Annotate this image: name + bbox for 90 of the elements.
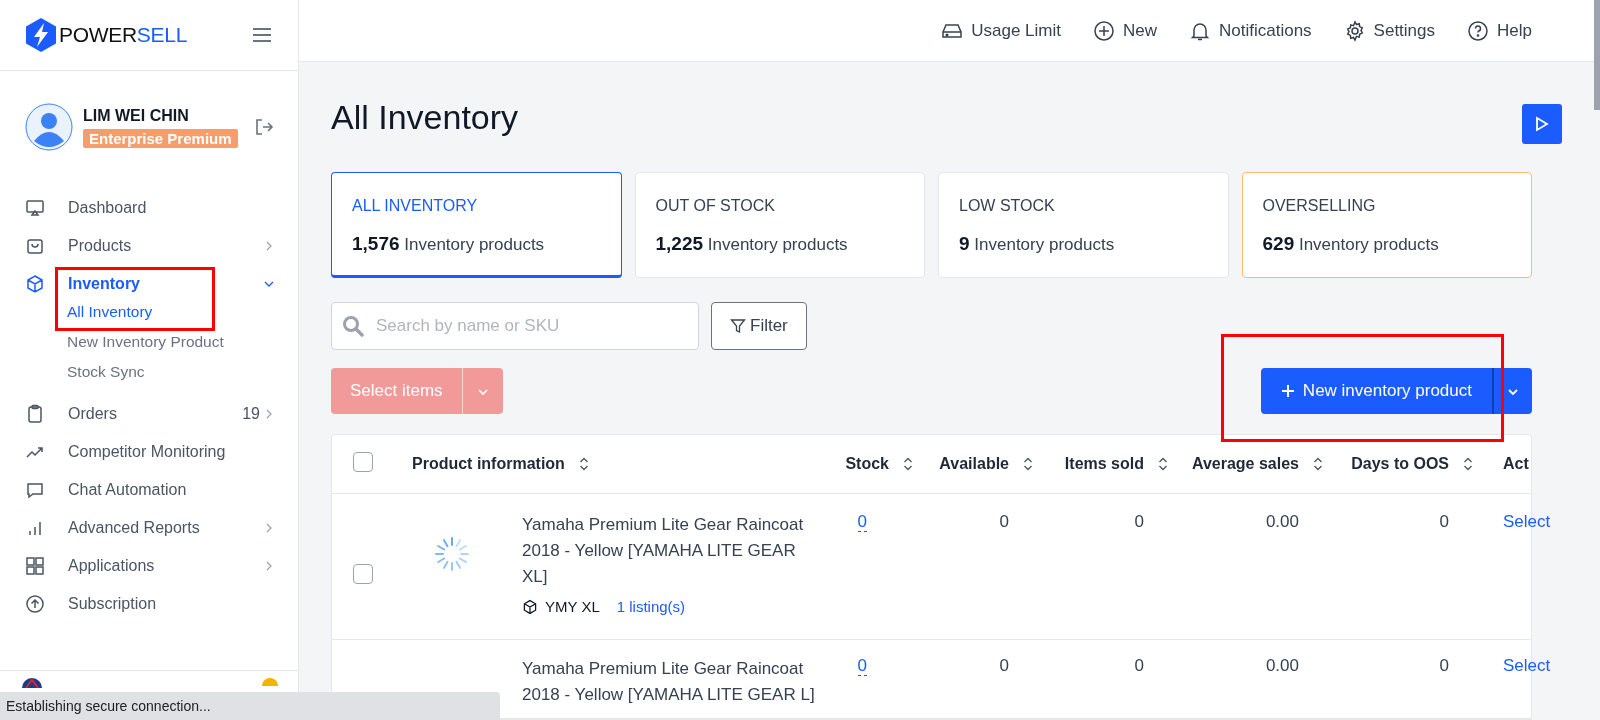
sidebar-item[interactable]: Advanced Reports: [0, 509, 298, 547]
column-header[interactable]: Items sold: [1047, 455, 1182, 473]
table-cell: 0.00: [1265, 656, 1299, 675]
status-bar: Establishing secure connection...: [0, 692, 500, 720]
stock-link[interactable]: 0: [857, 512, 867, 532]
table-cell: 0: [1439, 656, 1449, 675]
user-name: LIM WEI CHIN: [83, 106, 189, 125]
play-button[interactable]: [1522, 104, 1562, 144]
table-cell: 0: [1134, 512, 1144, 531]
upload-icon: [25, 594, 45, 614]
column-header[interactable]: Act: [1487, 455, 1531, 473]
flag-icon[interactable]: [22, 678, 42, 688]
logout-icon[interactable]: [254, 117, 274, 137]
new-inventory-product-button[interactable]: New inventory product: [1260, 368, 1492, 414]
product-name: Yamaha Premium Lite Gear Raincoat 2018 - Yellow [YAMAHA LITE GEAR L]: [522, 658, 816, 706]
product-name: Yamaha Premium Lite Gear Raincoat 2018 - Yellow [YAMAHA LITE GEAR XL]: [522, 514, 805, 588]
page-title: All Inventory: [331, 97, 519, 137]
sort-icon: [1313, 457, 1323, 471]
sort-icon: [1158, 457, 1168, 471]
table-cell: 0: [999, 656, 1009, 675]
header-action[interactable]: New: [1092, 19, 1157, 42]
chevron-right-icon: [264, 241, 274, 251]
column-header[interactable]: Stock: [832, 455, 927, 473]
checkbox[interactable]: [353, 563, 373, 584]
coin-icon[interactable]: [262, 678, 278, 686]
sidebar-item[interactable]: Applications: [0, 547, 298, 585]
header-action[interactable]: Usage Limit: [941, 19, 1061, 42]
select-link[interactable]: Select: [1503, 512, 1551, 531]
new-dropdown-button[interactable]: [1492, 368, 1532, 414]
plus-circle-icon: [1092, 19, 1115, 42]
grid-icon: [25, 556, 45, 576]
scrollbar[interactable]: [1594, 0, 1600, 110]
sku-text: YMY XL: [545, 598, 600, 615]
sidebar-item[interactable]: Products: [0, 227, 298, 265]
header-action[interactable]: Settings: [1343, 19, 1436, 42]
cube-icon: [25, 274, 45, 294]
sidebar-item[interactable]: Orders 19: [0, 395, 298, 433]
plus-icon: [1280, 384, 1295, 398]
column-header[interactable]: Days to OOS: [1337, 455, 1487, 473]
stock-link[interactable]: 0: [857, 656, 867, 676]
table-cell: 0: [1134, 656, 1144, 675]
sort-icon: [578, 457, 589, 471]
listings-link[interactable]: 1 listing(s): [616, 598, 686, 615]
submenu-item[interactable]: New Inventory Product: [67, 327, 298, 357]
help-icon: [1467, 19, 1490, 42]
sidebar-item[interactable]: Subscription: [0, 585, 298, 623]
cube-icon: [522, 598, 538, 615]
chevron-right-icon: [264, 561, 274, 571]
order-count: 19: [242, 405, 260, 423]
bag-icon: [25, 236, 45, 256]
column-header[interactable]: Product information: [412, 455, 832, 473]
funnel-icon: [730, 318, 746, 334]
sidebar-item[interactable]: Dashboard: [0, 189, 298, 227]
sort-icon: [903, 457, 913, 471]
brand-name: POWERSELL: [59, 23, 188, 47]
select-link[interactable]: Select: [1503, 656, 1551, 675]
filter-button[interactable]: Filter: [711, 302, 807, 350]
summary-tab[interactable]: ALL INVENTORY 1,576 Inventory products: [331, 172, 622, 278]
chat-icon: [25, 480, 45, 500]
header-action[interactable]: Help: [1467, 19, 1532, 42]
sort-icon: [1023, 457, 1033, 471]
plan-badge: Enterprise Premium: [83, 128, 238, 148]
submenu-item[interactable]: Stock Sync: [67, 357, 298, 387]
header-action[interactable]: Notifications: [1189, 19, 1312, 42]
sidebar-item[interactable]: Competitor Monitoring: [0, 433, 298, 471]
table-cell: 0: [1439, 512, 1449, 531]
sort-icon: [1463, 457, 1473, 471]
table-cell: 0.00: [1265, 512, 1299, 531]
avatar-icon: [25, 103, 73, 151]
column-header[interactable]: Available: [927, 455, 1047, 473]
clipboard-icon: [25, 404, 45, 424]
chevron-right-icon: [264, 409, 274, 419]
chevron-right-icon: [264, 523, 274, 533]
play-icon: [1535, 116, 1549, 132]
summary-tab[interactable]: OVERSELLING 629 Inventory products: [1241, 172, 1532, 278]
caret-icon: [477, 388, 488, 396]
monitor-icon: [25, 198, 45, 218]
summary-tab[interactable]: LOW STOCK 9 Inventory products: [938, 172, 1229, 278]
caret-icon: [1508, 387, 1518, 396]
menu-icon[interactable]: [252, 27, 272, 43]
table-cell: 0: [999, 512, 1009, 531]
checkbox[interactable]: [353, 452, 373, 472]
column-header[interactable]: Average sales: [1182, 455, 1337, 473]
chevron-down-icon: [264, 279, 274, 289]
bolt-logo-icon: [24, 17, 58, 53]
sidebar-item[interactable]: Chat Automation: [0, 471, 298, 509]
search-icon: [342, 315, 364, 337]
search-field[interactable]: Search by name or SKU: [331, 302, 699, 350]
summary-tab[interactable]: OUT OF STOCK 1,225 Inventory products: [634, 172, 925, 278]
loading-spinner-icon: [432, 534, 472, 574]
